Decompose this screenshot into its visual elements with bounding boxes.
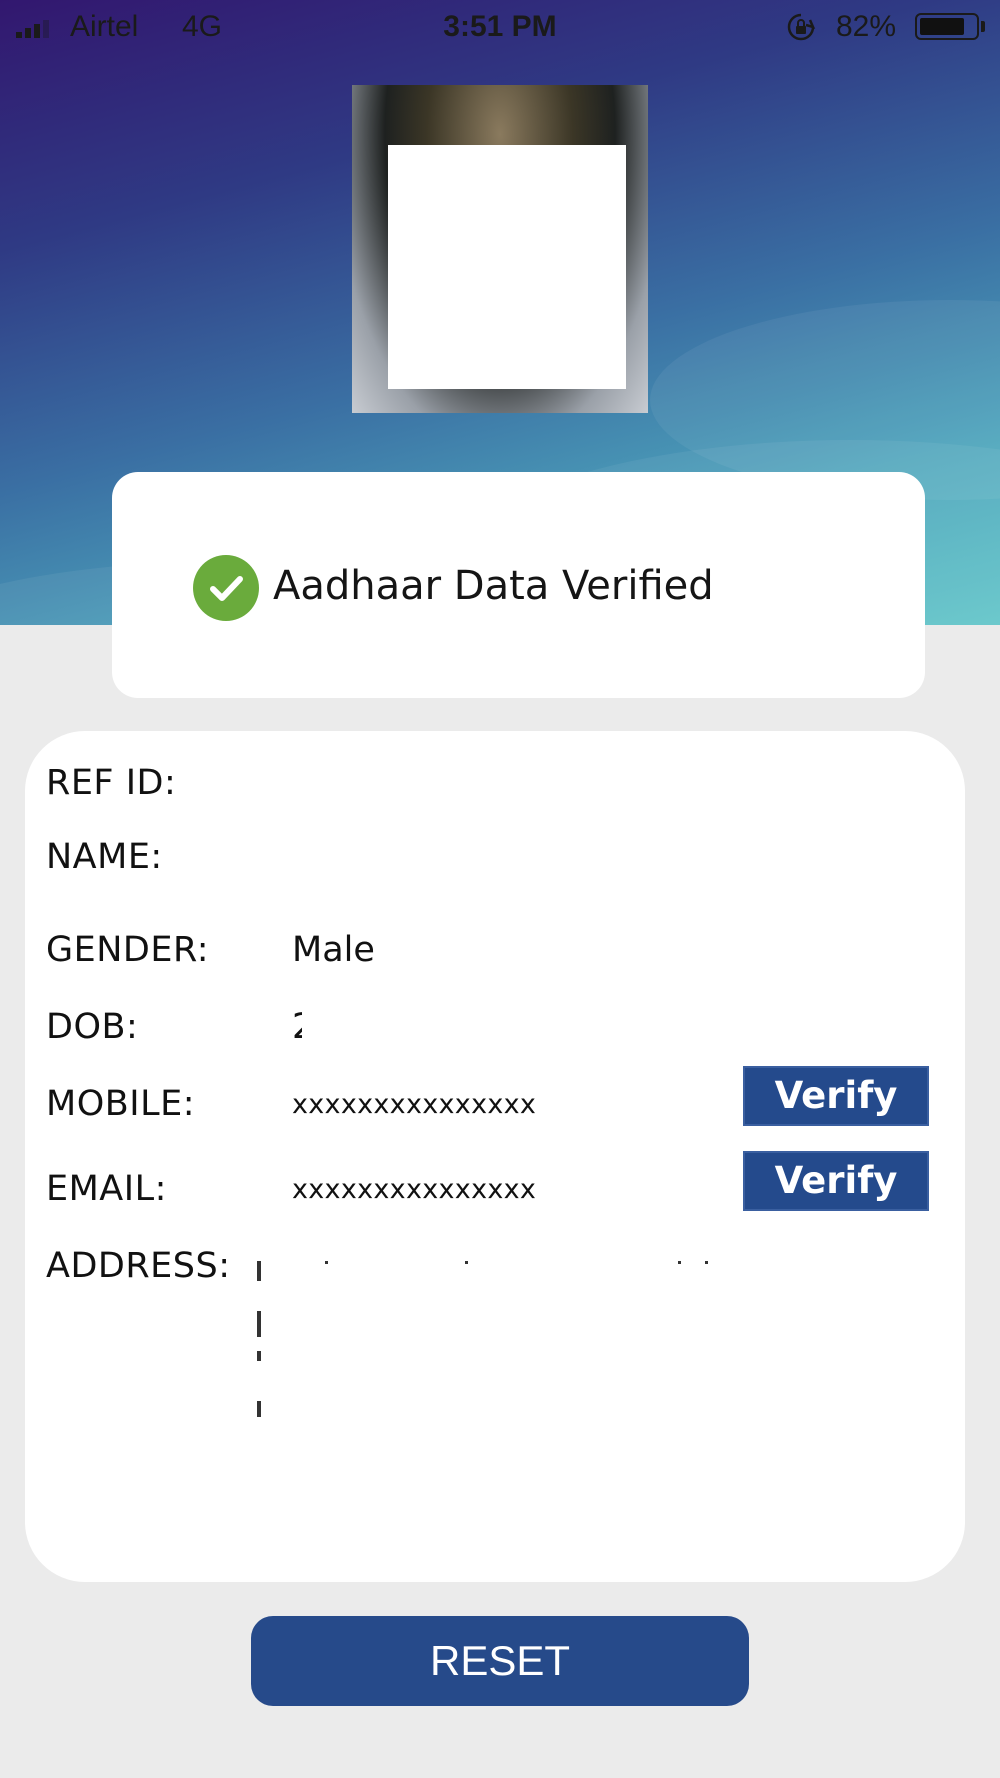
battery-tip	[981, 21, 985, 32]
address-fragment	[465, 1261, 468, 1264]
address-fragment	[705, 1261, 708, 1264]
verification-message: Aadhaar Data Verified	[273, 563, 714, 609]
name-label: NAME:	[46, 837, 163, 877]
address-fragment	[678, 1261, 681, 1264]
gender-label: GENDER:	[46, 930, 210, 970]
address-fragment	[257, 1351, 261, 1361]
battery-percentage: 82%	[836, 10, 897, 43]
mobile-value: xxxxxxxxxxxxxxx	[292, 1089, 537, 1120]
gender-value: Male	[292, 930, 375, 970]
dob-value: 2	[292, 1007, 302, 1047]
dob-label: DOB:	[46, 1007, 139, 1047]
details-card: REF ID: NAME: GENDER: Male DOB: 2 MOBILE…	[25, 731, 965, 1582]
battery-icon	[915, 13, 979, 40]
ref-id-label: REF ID:	[46, 763, 177, 803]
address-label: ADDRESS:	[46, 1246, 231, 1286]
verify-email-button[interactable]: Verify	[743, 1151, 929, 1211]
verify-mobile-button[interactable]: Verify	[743, 1066, 929, 1126]
verification-card: Aadhaar Data Verified	[112, 472, 925, 698]
status-bar: Airtel 4G 3:51 PM 82%	[0, 0, 1000, 56]
address-fragment	[257, 1311, 261, 1337]
address-fragment	[325, 1261, 328, 1264]
address-fragment	[257, 1261, 261, 1281]
mobile-label: MOBILE:	[46, 1084, 195, 1124]
reset-button[interactable]: RESET	[251, 1616, 749, 1706]
check-circle-icon	[193, 555, 259, 621]
orientation-lock-icon	[787, 13, 816, 41]
address-fragment	[257, 1401, 261, 1417]
email-label: EMAIL:	[46, 1169, 167, 1209]
profile-photo	[352, 85, 648, 413]
email-value: xxxxxxxxxxxxxxx	[292, 1174, 537, 1205]
photo-redaction	[388, 145, 626, 389]
battery-fill	[920, 18, 965, 35]
